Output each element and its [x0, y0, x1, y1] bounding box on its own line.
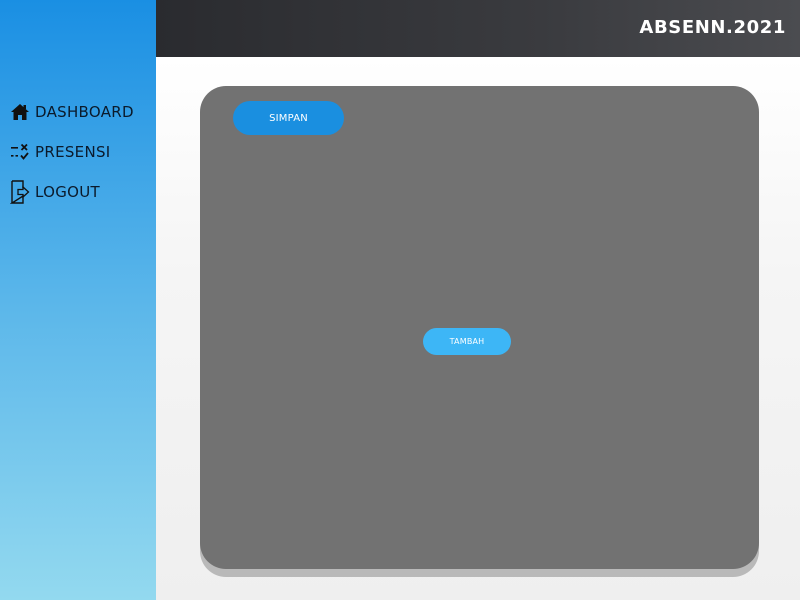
- sidebar-item-logout[interactable]: LOGOUT: [9, 180, 100, 204]
- sidebar-item-label: DASHBOARD: [35, 103, 134, 121]
- sidebar-item-presensi[interactable]: PRESENSI: [9, 140, 111, 164]
- header-bar: ABSENN.2021: [156, 0, 800, 57]
- checklist-icon: [9, 141, 31, 163]
- sidebar: DASHBOARD PRESENSI LOGOUT: [0, 0, 156, 600]
- sidebar-item-dashboard[interactable]: DASHBOARD: [9, 100, 134, 124]
- save-button[interactable]: SIMPAN: [233, 101, 344, 135]
- app-title: ABSENN.2021: [639, 17, 786, 38]
- logout-icon: [9, 180, 31, 204]
- home-icon: [9, 101, 31, 123]
- add-button[interactable]: TAMBAH: [423, 328, 511, 355]
- sidebar-item-label: LOGOUT: [35, 183, 101, 201]
- sidebar-item-label: PRESENSI: [35, 143, 111, 161]
